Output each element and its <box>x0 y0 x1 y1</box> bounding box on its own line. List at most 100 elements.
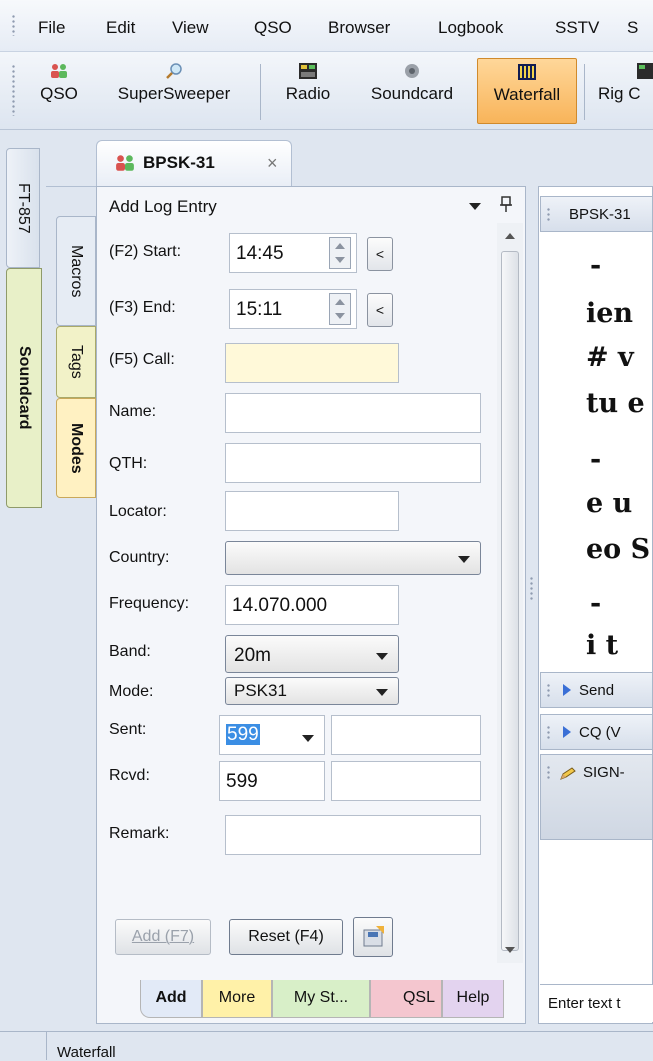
scroll-up-icon[interactable] <box>505 233 515 239</box>
remark-label: Remark: <box>109 825 170 842</box>
add-button[interactable]: Add (F7) <box>115 919 211 955</box>
radio-button[interactable]: Radio <box>270 58 346 124</box>
expand-icon <box>563 726 571 738</box>
remark-input[interactable] <box>225 815 481 855</box>
rcvd-extra-input[interactable] <box>331 761 481 801</box>
receive-text-area[interactable]: - ien # v tu e - e u eo S - i t <box>540 232 653 662</box>
country-select[interactable] <box>225 541 481 575</box>
save-button[interactable] <box>353 917 393 957</box>
menu-logbook[interactable]: Logbook <box>438 18 503 38</box>
chevron-down-icon <box>458 556 470 563</box>
tab-help[interactable]: Help <box>442 980 504 1018</box>
end-now-button[interactable]: < <box>367 293 393 327</box>
panel-splitter[interactable] <box>526 186 538 1024</box>
reset-button-label: Reset (F4) <box>248 928 324 945</box>
grip <box>547 683 550 699</box>
call-input[interactable] <box>225 343 399 383</box>
tab-more-label: More <box>218 989 256 1006</box>
menu-edit[interactable]: Edit <box>106 18 135 38</box>
start-now-button[interactable]: < <box>367 237 393 271</box>
band-value: 20m <box>234 645 271 666</box>
supersweeper-button-label: SuperSweeper <box>117 84 231 103</box>
start-label: (F2) Start: <box>109 243 182 260</box>
soundcard-button-label: Soundcard <box>370 84 454 103</box>
tab-help-label: Help <box>456 989 490 1006</box>
menu-browser[interactable]: Browser <box>328 18 390 38</box>
frequency-input[interactable]: 14.070.000 <box>225 585 399 625</box>
locator-input[interactable] <box>225 491 399 531</box>
toolbar: QSO SuperSweeper Radio Soundcard Waterfa… <box>0 52 653 130</box>
grip <box>547 765 550 781</box>
toolbar-separator <box>584 64 585 120</box>
cq-panel-header[interactable]: CQ (V <box>540 714 653 750</box>
name-label: Name: <box>109 403 157 420</box>
frequency-value: 14.070.000 <box>232 595 328 616</box>
sent-rst-combo[interactable]: 599 <box>219 715 325 755</box>
document-tab-bpsk31[interactable]: BPSK-31 × <box>96 140 292 186</box>
scroll-down-icon[interactable] <box>505 947 515 953</box>
tab-my-station[interactable]: My St... <box>272 980 370 1018</box>
people-icon <box>116 155 134 171</box>
menu-s[interactable]: S <box>627 18 638 38</box>
speaker-icon <box>405 64 419 78</box>
reset-button[interactable]: Reset (F4) <box>229 919 343 955</box>
qso-button[interactable]: QSO <box>30 58 88 124</box>
rx-line: ien <box>586 298 634 329</box>
start-time-spinner[interactable] <box>329 237 351 269</box>
pencil-icon <box>560 767 576 780</box>
menu-view[interactable]: View <box>172 18 209 38</box>
band-select[interactable]: 20m <box>225 635 399 673</box>
call-label: (F5) Call: <box>109 351 175 368</box>
people-icon <box>51 64 67 78</box>
sent-extra-input[interactable] <box>331 715 481 755</box>
magnifier-icon <box>166 63 182 79</box>
tab-qsl[interactable]: QSL <box>370 980 442 1018</box>
menu-qso[interactable]: QSO <box>254 18 292 38</box>
menu-sstv[interactable]: SSTV <box>555 18 599 38</box>
status-waterfall-label[interactable]: Waterfall <box>57 1044 116 1061</box>
toolbar-grip <box>12 64 15 116</box>
tab-add[interactable]: Add <box>140 980 202 1018</box>
rig-control-button-label: Rig C <box>598 84 641 103</box>
log-panel-scrollbar[interactable] <box>497 223 523 963</box>
rx-line: tu e <box>586 388 645 419</box>
panel-menu-icon[interactable] <box>469 203 481 210</box>
tab-soundcard[interactable]: Soundcard <box>6 268 42 508</box>
menu-file[interactable]: File <box>38 18 65 38</box>
transmit-input[interactable]: Enter text t <box>540 984 653 1022</box>
mode-value: PSK31 <box>234 681 287 700</box>
tab-tags[interactable]: Tags <box>56 326 96 398</box>
close-icon[interactable]: × <box>267 153 278 174</box>
status-tab-strip: Waterfall <box>46 1032 653 1061</box>
rx-line: - <box>590 444 602 475</box>
tab-my-station-label: My St... <box>293 989 349 1006</box>
waterfall-button[interactable]: Waterfall <box>477 58 577 124</box>
pin-icon[interactable] <box>499 195 513 213</box>
country-label: Country: <box>109 549 170 566</box>
tab-more[interactable]: More <box>202 980 272 1018</box>
scroll-thumb[interactable] <box>501 251 519 951</box>
tab-modes[interactable]: Modes <box>56 398 96 498</box>
end-time-spinner[interactable] <box>329 293 351 325</box>
rig-control-button[interactable]: Rig C <box>592 58 653 124</box>
chevron-down-icon <box>376 653 388 660</box>
qth-label: QTH: <box>109 455 148 472</box>
end-time-value: 15:11 <box>236 299 283 320</box>
soundcard-button[interactable]: Soundcard <box>352 58 472 124</box>
rx-line: i t <box>586 630 619 661</box>
transmit-input-placeholder: Enter text t <box>548 995 621 1012</box>
frequency-label: Frequency: <box>109 595 190 612</box>
terminal-header: BPSK-31 <box>540 196 653 232</box>
mode-select[interactable]: PSK31 <box>225 677 399 705</box>
rcvd-rst-input[interactable]: 599 <box>219 761 325 801</box>
qth-input[interactable] <box>225 443 481 483</box>
splitter-grip <box>530 576 533 600</box>
locator-label: Locator: <box>109 503 167 520</box>
tab-macros[interactable]: Macros <box>56 216 96 326</box>
supersweeper-button[interactable]: SuperSweeper <box>98 58 250 124</box>
sign-panel-header[interactable]: SIGN- <box>540 754 653 840</box>
tab-ft857[interactable]: FT-857 <box>6 148 40 268</box>
tab-qsl-label: QSL <box>402 989 435 1006</box>
send-panel-header[interactable]: Send <box>540 672 653 708</box>
name-input[interactable] <box>225 393 481 433</box>
